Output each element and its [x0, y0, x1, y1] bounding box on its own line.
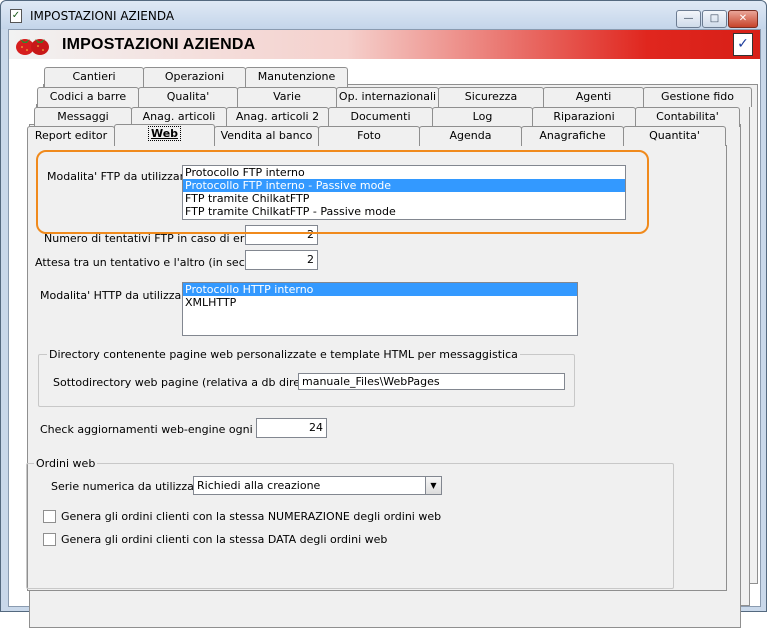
tab-foto[interactable]: Foto — [318, 126, 420, 146]
numerazione-checkbox[interactable] — [43, 510, 56, 523]
serie-numerica-label: Serie numerica da utilizzare : — [51, 480, 213, 493]
window-title: IMPOSTAZIONI AZIENDA — [30, 9, 175, 23]
tab-web-label: Web — [147, 126, 182, 141]
tab-contabilita[interactable]: Contabilita' — [635, 107, 740, 127]
ftp-wait-input[interactable]: 2 — [245, 250, 318, 270]
tab-quantita[interactable]: Quantita' — [623, 126, 726, 146]
ftp-mode-label: Modalita' FTP da utilizzare : — [47, 170, 198, 183]
tab-page-web: Modalita' FTP da utilizzare : Protocollo… — [26, 145, 727, 591]
ftp-option[interactable]: FTP tramite ChilkatFTP — [183, 192, 625, 205]
numerazione-checkbox-label[interactable]: Genera gli ordini clienti con la stessa … — [61, 510, 441, 523]
ftp-option[interactable]: FTP tramite ChilkatFTP - Passive mode — [183, 205, 625, 218]
http-mode-listbox[interactable]: Protocollo HTTP interno XMLHTTP — [182, 282, 578, 336]
close-button[interactable]: ✕ — [728, 10, 758, 28]
tab-manutenzione[interactable]: Manutenzione — [245, 67, 348, 87]
update-check-label: Check aggiornamenti web-engine ogni (ore… — [40, 423, 290, 436]
tab-qualita[interactable]: Qualita' — [138, 87, 238, 107]
http-option[interactable]: XMLHTTP — [183, 296, 577, 309]
tab-gestione-fido[interactable]: Gestione fido — [643, 87, 752, 107]
banner-title: IMPOSTAZIONI AZIENDA — [62, 36, 256, 53]
tab-codici-a-barre[interactable]: Codici a barre — [37, 87, 139, 107]
ftp-retries-label: Numero di tentativi FTP in caso di error… — [44, 232, 274, 245]
ftp-retries-input[interactable]: 2 — [245, 225, 318, 245]
tab-agenda[interactable]: Agenda — [419, 126, 522, 146]
tab-log[interactable]: Log — [432, 107, 533, 127]
update-check-input[interactable]: 24 — [256, 418, 327, 438]
tab-anagrafiche[interactable]: Anagrafiche — [521, 126, 624, 146]
tab-vendita-al-banco[interactable]: Vendita al banco — [214, 126, 319, 146]
tab-op-internazionali[interactable]: Op. internazionali — [336, 87, 439, 107]
webdir-label: Sottodirectory web pagine (relativa a db… — [53, 376, 340, 389]
data-checkbox-label[interactable]: Genera gli ordini clienti con la stessa … — [61, 533, 387, 546]
application-window: ✓ IMPOSTAZIONI AZIENDA — □ ✕ IMPOSTAZION… — [0, 0, 767, 628]
header-banner: IMPOSTAZIONI AZIENDA ✓ — [9, 30, 760, 59]
webdir-group-title: Directory contenente pagine web personal… — [47, 348, 520, 361]
serie-numerica-value: Richiedi alla creazione — [197, 479, 321, 492]
tab-sicurezza[interactable]: Sicurezza — [438, 87, 544, 107]
http-option-selected[interactable]: Protocollo HTTP interno — [183, 283, 577, 296]
tab-web[interactable]: Web — [114, 124, 215, 146]
tab-varie[interactable]: Varie — [237, 87, 337, 107]
ftp-wait-label: Attesa tra un tentativo e l'altro (in se… — [35, 256, 280, 269]
tab-documenti[interactable]: Documenti — [328, 107, 433, 127]
tab-report-editor[interactable]: Report editor — [27, 126, 115, 146]
data-checkbox[interactable] — [43, 533, 56, 546]
app-checklist-icon: ✓ — [10, 9, 22, 23]
webdir-input[interactable]: manuale_Files\WebPages — [298, 373, 565, 390]
chevron-down-icon[interactable]: ▼ — [425, 477, 441, 494]
tab-riparazioni[interactable]: Riparazioni — [532, 107, 636, 127]
ordini-web-group-title: Ordini web — [34, 457, 98, 470]
checklist-icon: ✓ — [733, 33, 753, 56]
ftp-mode-listbox[interactable]: Protocollo FTP interno Protocollo FTP in… — [182, 165, 626, 220]
title-bar[interactable]: ✓ IMPOSTAZIONI AZIENDA — □ ✕ — [1, 1, 766, 29]
tab-cantieri[interactable]: Cantieri — [44, 67, 144, 87]
minimize-button[interactable]: — — [676, 10, 701, 28]
tab-operazioni[interactable]: Operazioni — [143, 67, 246, 87]
maximize-button[interactable]: □ — [702, 10, 727, 28]
strawberries-logo-icon — [16, 39, 49, 55]
serie-numerica-combo[interactable]: Richiedi alla creazione ▼ — [193, 476, 442, 495]
tab-agenti[interactable]: Agenti — [543, 87, 644, 107]
ftp-option-selected[interactable]: Protocollo FTP interno - Passive mode — [183, 179, 625, 192]
http-mode-label: Modalita' HTTP da utilizzare : — [40, 289, 200, 302]
tab-anag-articoli-2[interactable]: Anag. articoli 2 — [226, 107, 329, 127]
ftp-option[interactable]: Protocollo FTP interno — [183, 166, 625, 179]
